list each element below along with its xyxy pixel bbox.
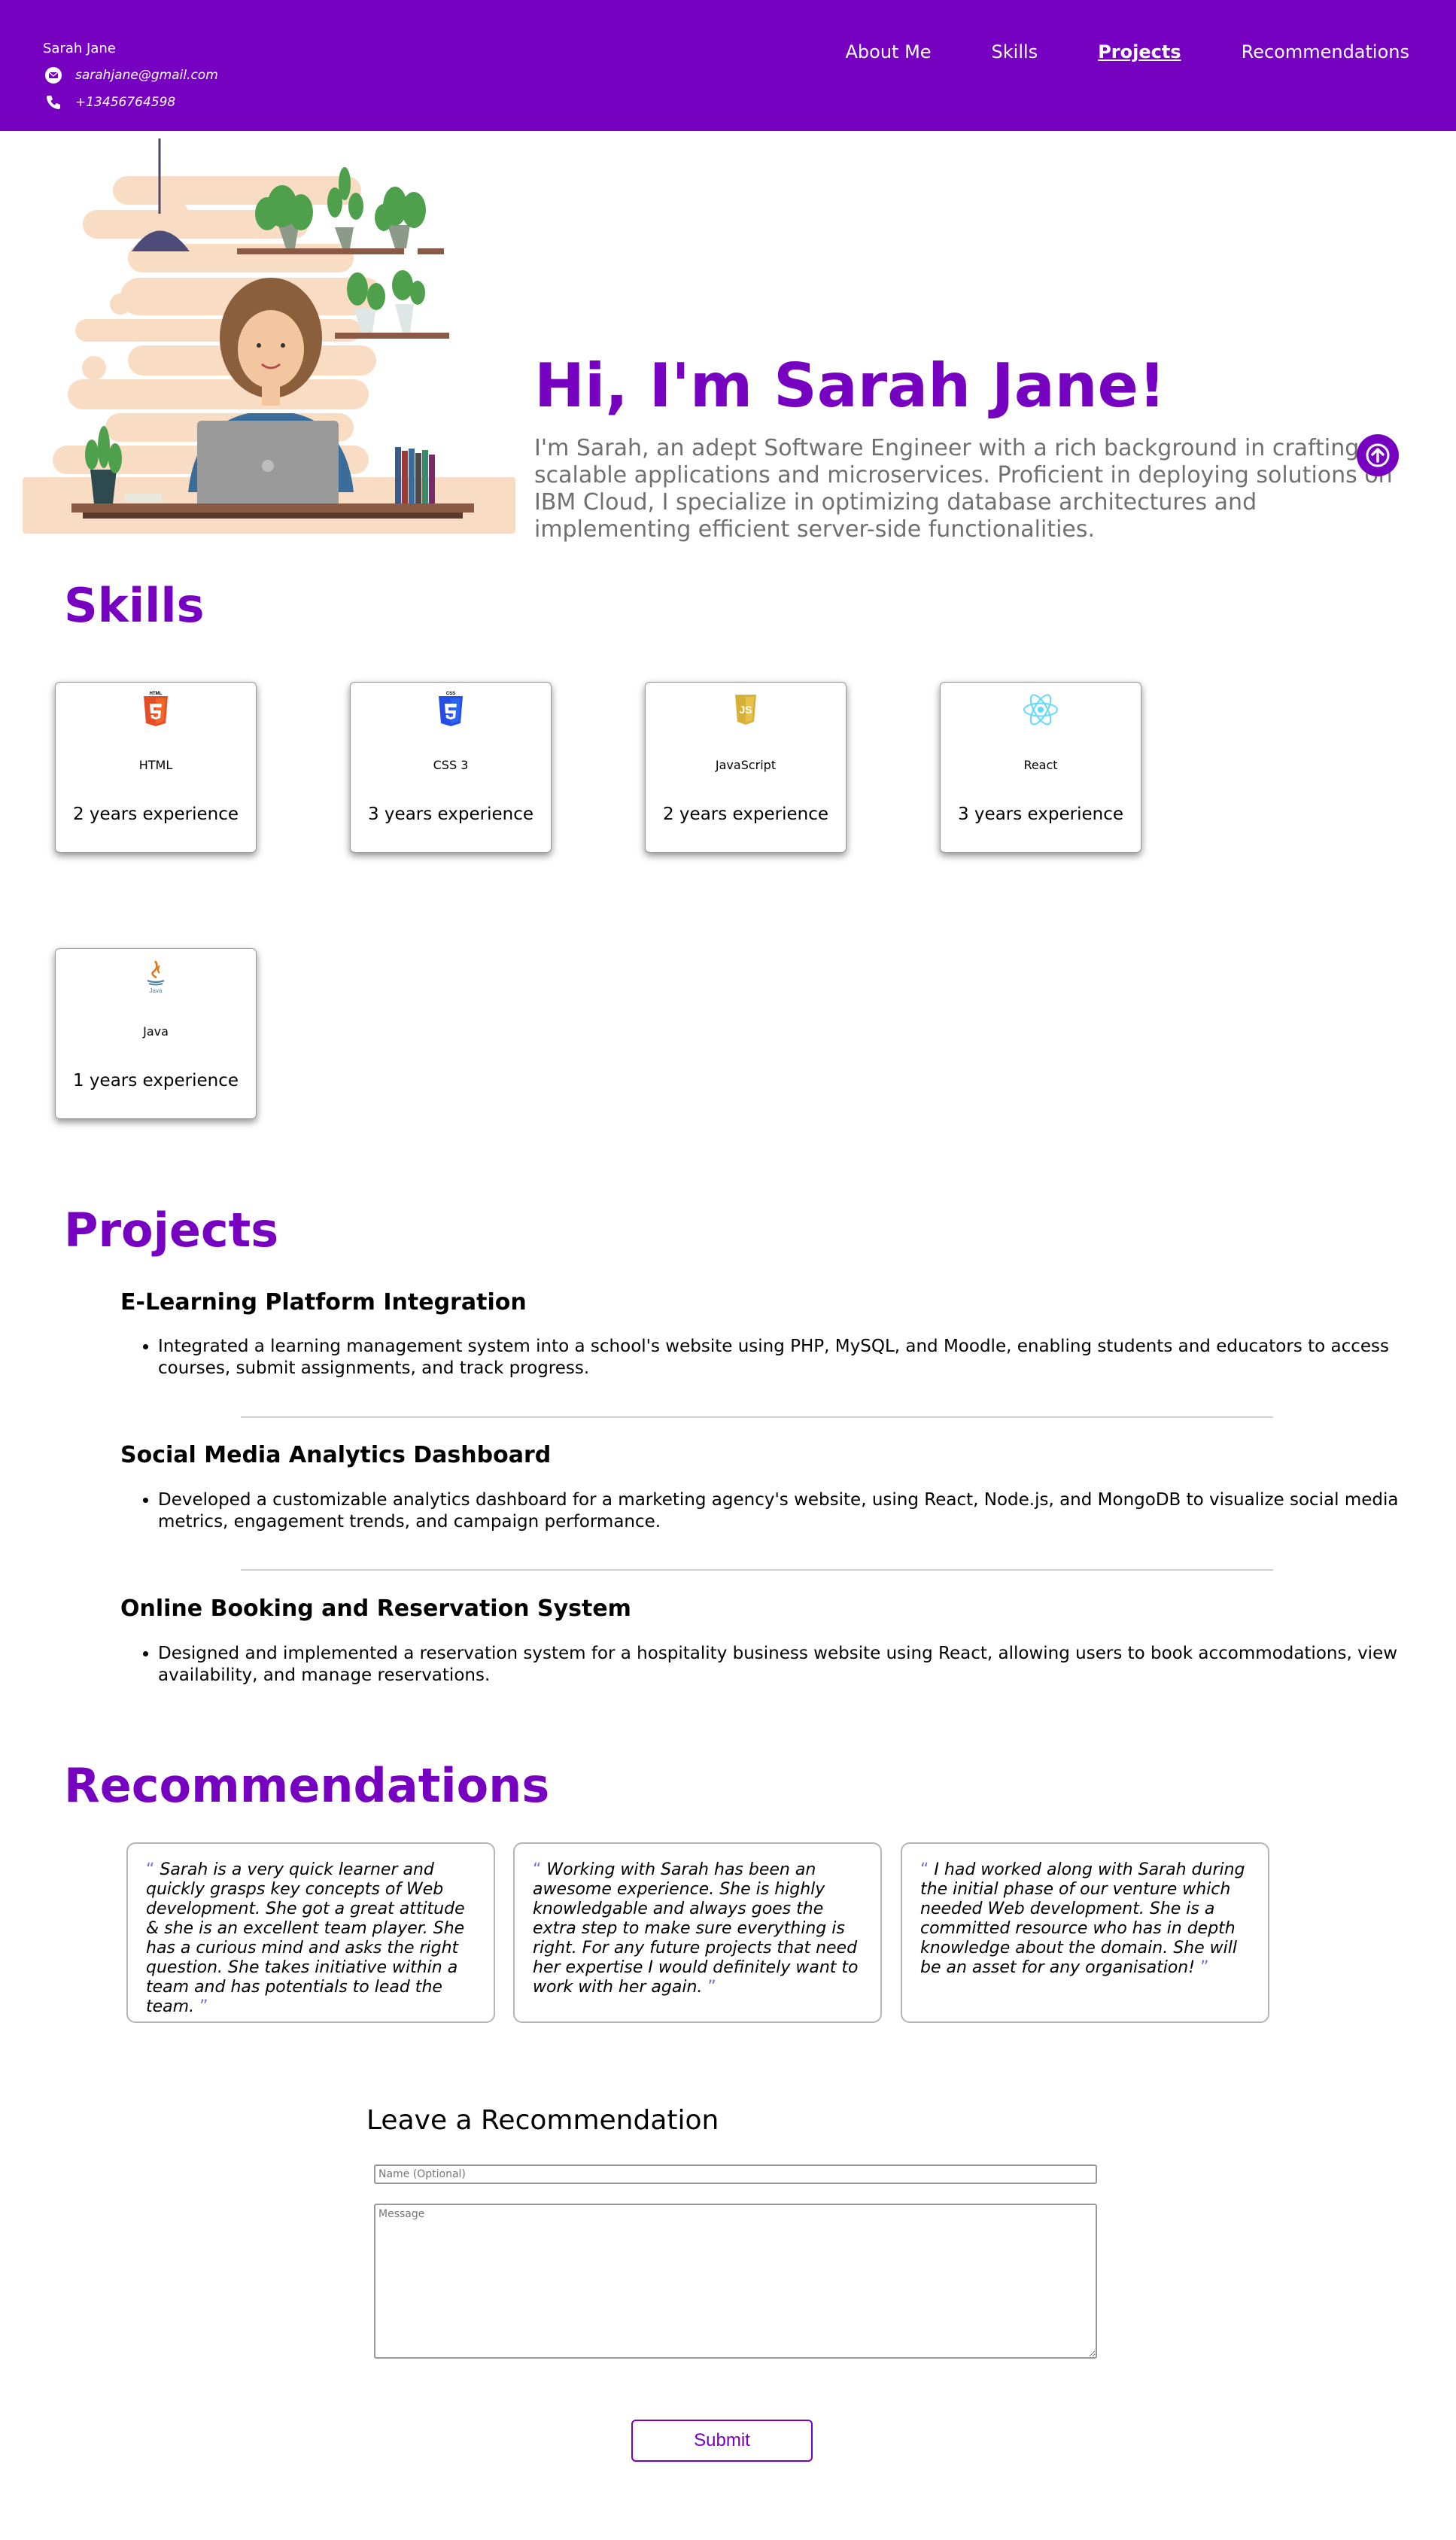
skill-card-html: HTML HTML 2 years experience — [55, 682, 257, 853]
project-description: Developed a customizable analytics dashb… — [158, 1489, 1422, 1533]
skill-experience: 2 years experience — [72, 805, 239, 824]
skill-card-javascript: JS JavaScript 2 years experience — [645, 682, 847, 853]
skill-experience: 2 years experience — [662, 805, 829, 824]
email-row: sarahjane@gmail.com — [43, 66, 218, 84]
recommendation-card: “ Working with Sarah has been an awesome… — [513, 1842, 882, 2023]
skill-experience: 3 years experience — [367, 805, 534, 824]
project-bullet: Designed and implemented a reservation s… — [158, 1643, 1422, 1687]
project-divider — [241, 1416, 1273, 1418]
skill-card-react: React 3 years experience — [940, 682, 1141, 853]
nav-projects[interactable]: Projects — [1098, 41, 1181, 62]
recommendation-text: I had worked along with Sarah during the… — [920, 1860, 1245, 1977]
recommendation-text: Sarah is a very quick learner and quickl… — [146, 1860, 465, 2016]
svg-text:HTML: HTML — [150, 692, 163, 696]
recommendation-card: “ Sarah is a very quick learner and quic… — [126, 1842, 495, 2023]
skill-name: Java — [143, 1024, 169, 1039]
email-icon — [43, 66, 63, 84]
header-email[interactable]: sarahjane@gmail.com — [75, 68, 218, 82]
nav-recommendations[interactable]: Recommendations — [1242, 41, 1409, 62]
project-bullet: Developed a customizable analytics dashb… — [158, 1489, 1422, 1533]
nav-skills[interactable]: Skills — [992, 41, 1038, 62]
header-name: Sarah Jane — [43, 41, 116, 56]
svg-text:JS: JS — [739, 704, 752, 716]
skills-title: Skills — [64, 578, 205, 633]
skill-experience: 1 years experience — [72, 1071, 239, 1091]
skill-name: JavaScript — [715, 758, 777, 772]
header-phone[interactable]: +13456764598 — [75, 96, 175, 109]
close-quote: ” — [199, 1997, 208, 2016]
open-quote: “ — [533, 1860, 542, 1879]
site-header: Sarah Jane sarahjane@gmail.com +13456764… — [0, 0, 1456, 131]
close-quote: ” — [1200, 1958, 1209, 1977]
css3-icon: CSS — [439, 692, 463, 726]
react-icon — [1023, 694, 1058, 725]
recommendation-card: “ I had worked along with Sarah during t… — [901, 1842, 1269, 2023]
project-bullet: Integrated a learning management system … — [158, 1336, 1422, 1380]
scroll-to-top-button[interactable] — [1357, 434, 1399, 476]
phone-row: +13456764598 — [43, 93, 218, 111]
message-textarea[interactable] — [374, 2204, 1097, 2359]
javascript-icon: JS — [735, 695, 756, 725]
project-title: Online Booking and Reservation System — [120, 1595, 631, 1622]
project-title: Social Media Analytics Dashboard — [120, 1442, 552, 1468]
recommendations-title: Recommendations — [64, 1758, 550, 1813]
skill-card-java: Java Java 1 years experience — [55, 948, 257, 1119]
recommendation-text: Working with Sarah has been an awesome e… — [533, 1860, 859, 1997]
skill-experience: 3 years experience — [957, 805, 1124, 824]
skill-name: CSS 3 — [433, 758, 469, 772]
open-quote: “ — [146, 1860, 155, 1879]
contact-info: Sarah Jane sarahjane@gmail.com +13456764… — [43, 42, 218, 120]
hero-title: Hi, I'm Sarah Jane! — [534, 351, 1166, 421]
developer-illustration — [23, 138, 515, 534]
nav-about-me[interactable]: About Me — [845, 41, 931, 62]
open-quote: “ — [920, 1860, 929, 1879]
java-icon: Java — [147, 960, 165, 994]
skill-name: React — [1023, 758, 1058, 772]
leave-recommendation-title: Leave a Recommendation — [366, 2105, 719, 2136]
hero-description: I'm Sarah, an adept Software Engineer wi… — [534, 435, 1393, 543]
project-description: Designed and implemented a reservation s… — [158, 1643, 1422, 1687]
hero-section: Hi, I'm Sarah Jane! I'm Sarah, an adept … — [0, 131, 1456, 552]
submit-button[interactable]: Submit — [631, 2420, 813, 2462]
projects-title: Projects — [64, 1203, 279, 1258]
phone-icon — [43, 93, 63, 111]
main-nav: About Me Skills Projects Recommendations — [785, 41, 1409, 62]
svg-text:Java: Java — [150, 987, 163, 994]
html5-icon: HTML — [144, 692, 168, 726]
name-input[interactable] — [374, 2164, 1097, 2184]
skill-card-css3: CSS CSS 3 3 years experience — [350, 682, 552, 853]
project-description: Integrated a learning management system … — [158, 1336, 1422, 1380]
project-title: E-Learning Platform Integration — [120, 1289, 527, 1316]
svg-text:CSS: CSS — [446, 692, 455, 696]
close-quote: ” — [707, 1978, 716, 1997]
skill-name: HTML — [138, 758, 173, 772]
project-divider — [241, 1569, 1273, 1571]
arrow-up-icon — [1366, 443, 1390, 467]
